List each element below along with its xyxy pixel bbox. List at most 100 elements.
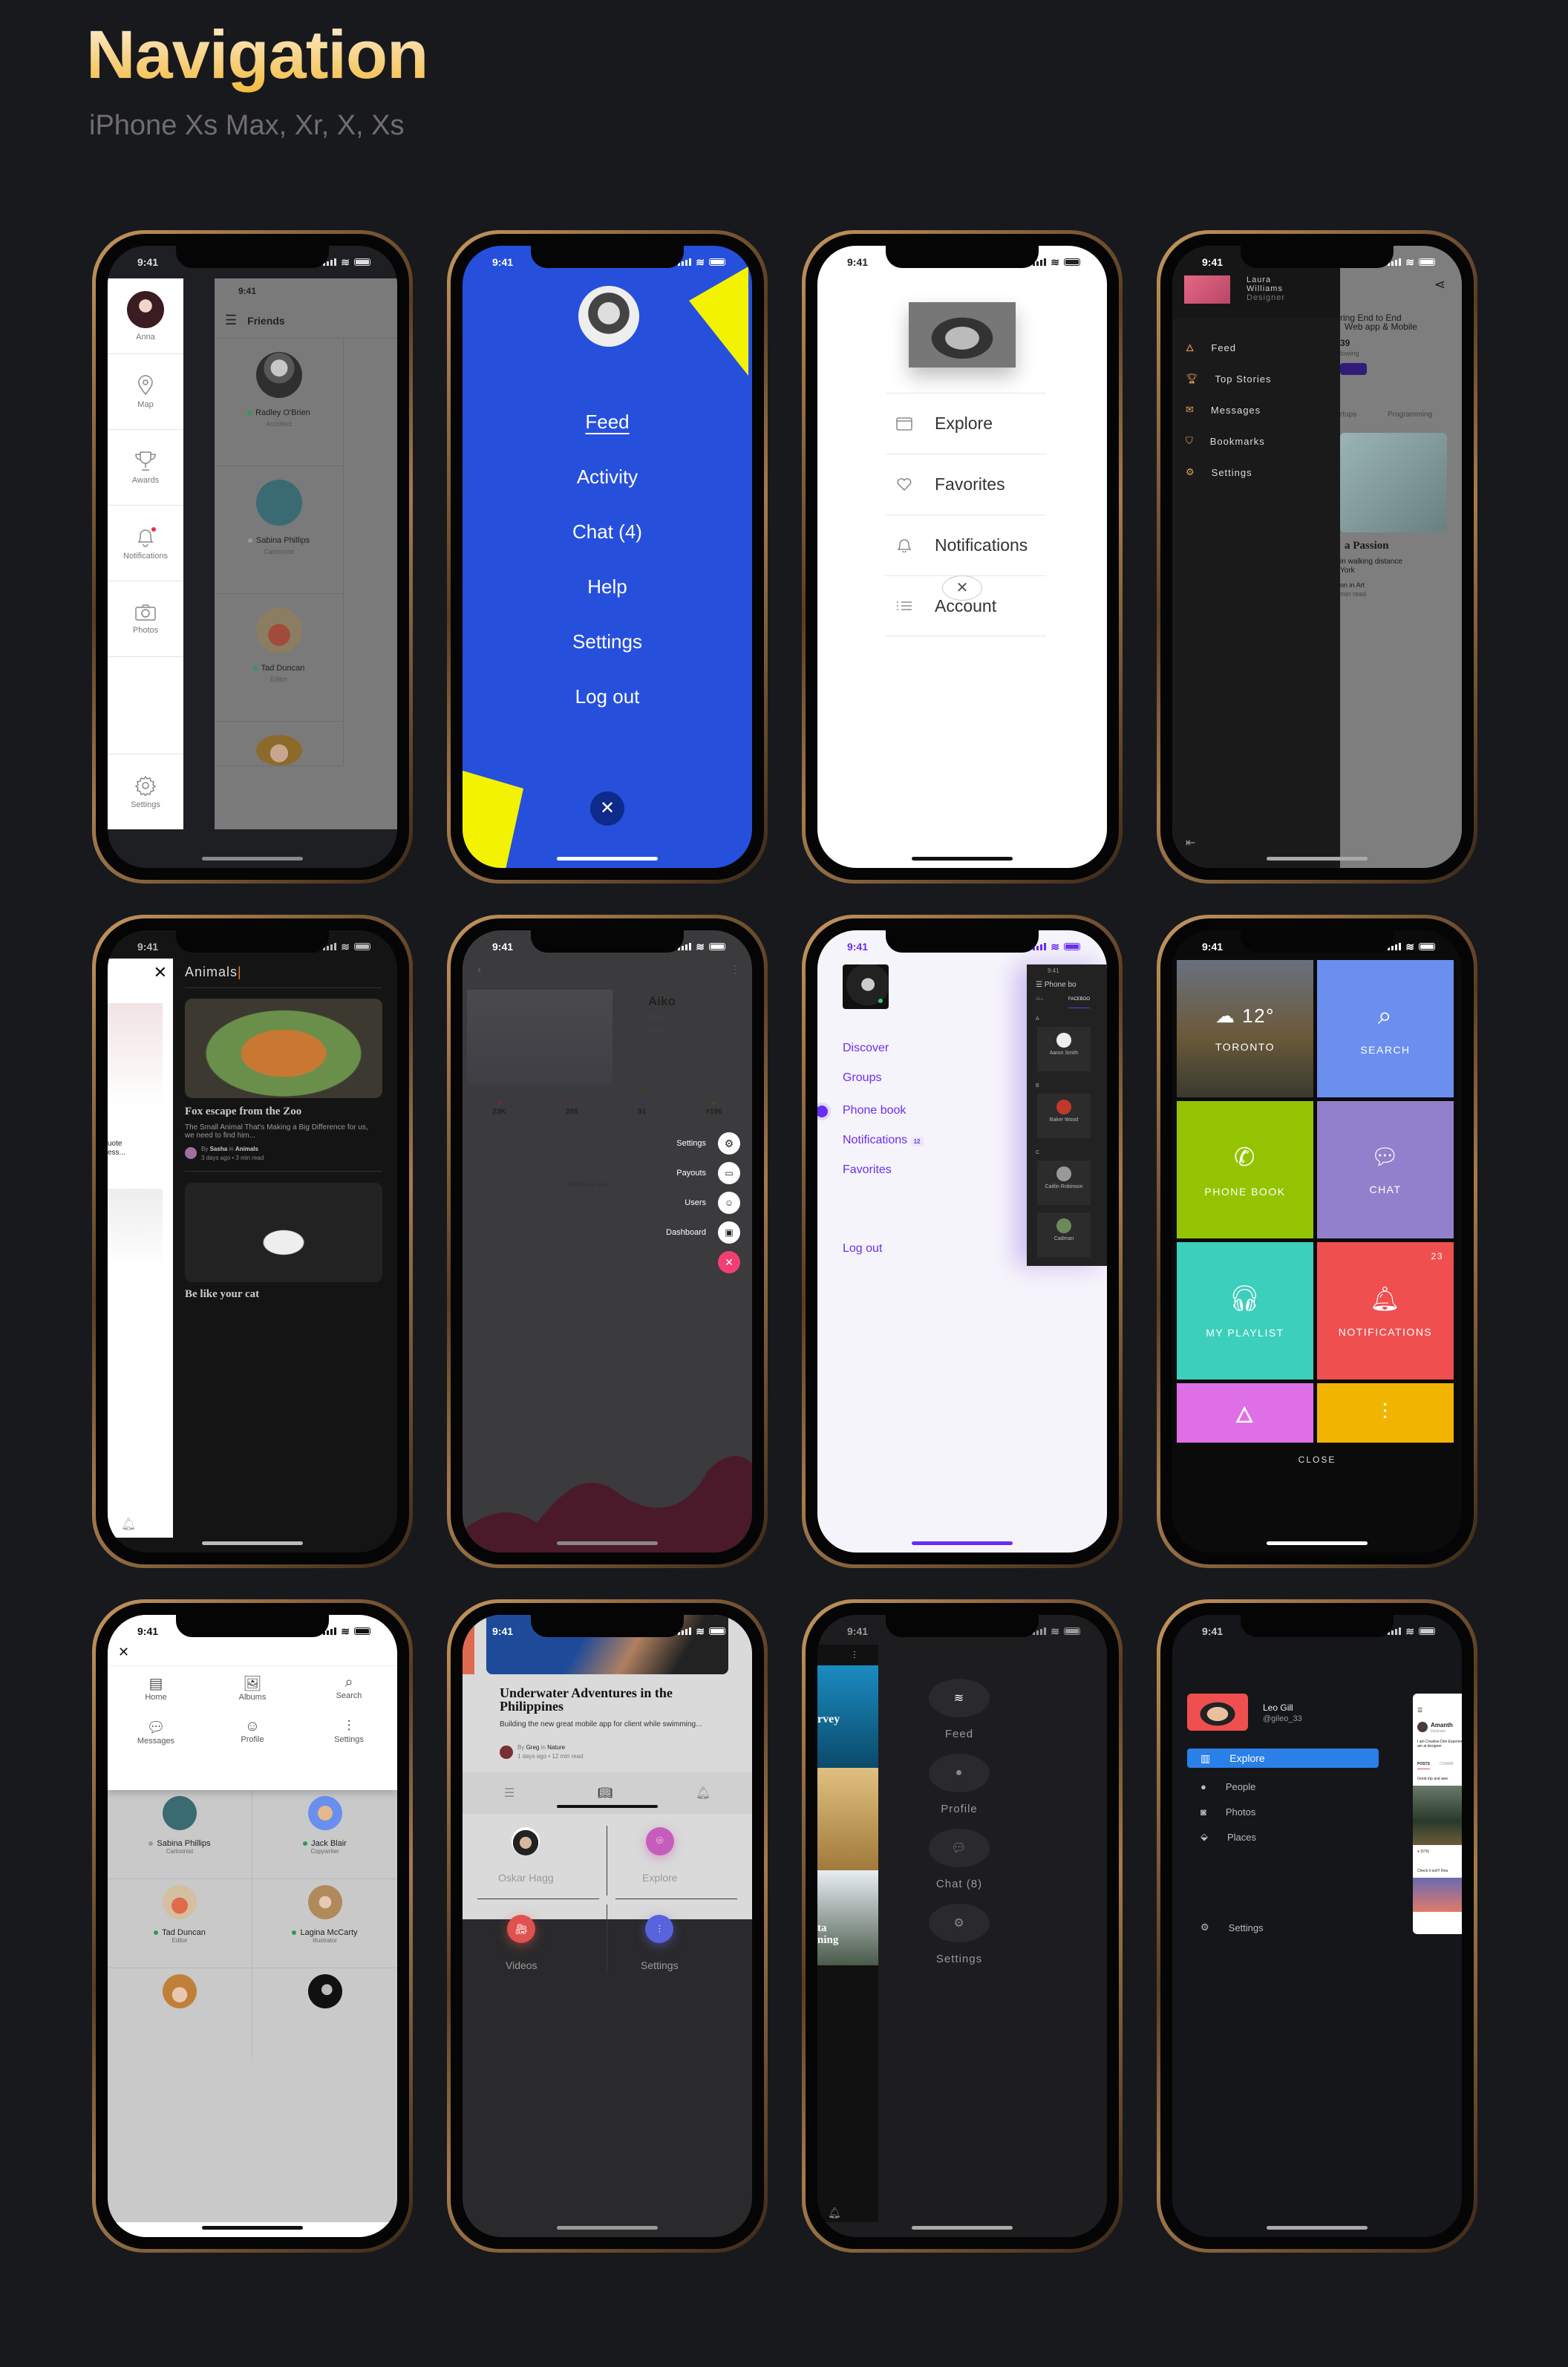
sidebar-item-settings[interactable]: Settings — [108, 754, 183, 829]
phone-book-panel[interactable]: 9:41 ☰ Phone bo ALL FACEBOO A Aaron Smit… — [1027, 964, 1107, 1266]
fox-image[interactable] — [185, 999, 382, 1098]
contact-card[interactable]: Cadman — [1037, 1212, 1091, 1257]
article-title[interactable]: Be like your cat — [185, 1288, 259, 1301]
menu-item-settings[interactable]: Settings — [572, 614, 642, 669]
drawer-item-settings[interactable]: ⚙ Settings — [1186, 457, 1340, 488]
menu-item-profile[interactable]: ● Profile — [929, 1754, 990, 1815]
fab-close-button[interactable]: ✕ — [718, 1251, 740, 1273]
back-icon[interactable]: ‹ — [477, 963, 481, 976]
menu-item-feed[interactable]: ≋ Feed — [929, 1679, 990, 1740]
share-icon[interactable]: ⋖ — [1434, 277, 1446, 293]
friend-card[interactable]: Lagina McCarty Illustrator — [252, 1879, 397, 1968]
background-content-dimmed[interactable]: ⋖ ring End to End Web app & Mobile 39 lo… — [1340, 246, 1462, 868]
feed-image[interactable]: rvey — [817, 1665, 878, 1768]
drawer-item-people[interactable]: ● People — [1187, 1774, 1379, 1799]
friend-card[interactable]: Tad Duncan Editor — [215, 594, 344, 722]
drawer-item-places[interactable]: ⬙ Places — [1187, 1824, 1379, 1849]
friend-card[interactable]: Sabina Phillips Cartoonist — [215, 466, 344, 594]
sidebar-item-notifications[interactable]: Notifications — [108, 506, 183, 581]
friend-card[interactable]: Tad Duncan Editor — [108, 1879, 252, 1968]
grid-item-home[interactable]: ▤ Home — [108, 1674, 204, 1702]
contact-card[interactable]: Aaron Smith — [1037, 1027, 1091, 1071]
contact-card[interactable]: Caitlin Robinson — [1037, 1160, 1091, 1205]
sheet-item-videos[interactable]: 🎥︎ Videos — [506, 1915, 538, 1971]
sidebar-item-awards[interactable]: Awards — [108, 430, 183, 506]
friend-card[interactable]: Jack Blair Copywriter — [252, 1790, 397, 1879]
menu-item-favorites[interactable]: Favorites — [886, 454, 1046, 515]
logout-icon[interactable]: ⇤ — [1186, 835, 1195, 850]
menu-item-chat[interactable]: Chat (4) — [572, 504, 642, 559]
bell-icon[interactable]: 🔔︎ — [828, 2207, 841, 2219]
drawer-item-feed[interactable]: 🜂 Feed — [1186, 332, 1340, 363]
tile-settings[interactable]: ⫶ — [1317, 1383, 1454, 1443]
bell-icon[interactable]: 🔔︎ — [696, 1786, 710, 1800]
tile-phone-book[interactable]: ✆ PHONE BOOK — [1177, 1101, 1313, 1238]
close-button[interactable]: ✕ — [942, 575, 982, 601]
tile-notifications[interactable]: 23 🔔︎ NOTIFICATIONS — [1317, 1242, 1454, 1380]
drawer-item-top-stories[interactable]: 🏆︎ Top Stories — [1186, 363, 1340, 394]
tile-chat[interactable]: 💬︎ CHAT — [1317, 1101, 1454, 1238]
logout-link[interactable]: Log out — [843, 1242, 882, 1256]
menu-item-settings[interactable]: ⚙ Settings — [929, 1904, 990, 1965]
category-link[interactable]: Animals — [235, 1146, 258, 1152]
tab-facebook[interactable]: FACEBOO — [1068, 997, 1091, 1008]
avatar[interactable] — [1187, 1694, 1248, 1731]
friend-card[interactable]: Radley O'Brien Architect — [215, 339, 344, 466]
article-image[interactable] — [1340, 433, 1447, 532]
grid-item-settings[interactable]: ⫶ Settings — [301, 1718, 397, 1746]
app-preview[interactable]: ☰ Amanth Illustrator I am Creative Dire … — [1413, 1694, 1462, 1934]
avatar[interactable] — [1184, 275, 1230, 304]
follow-button[interactable] — [1340, 363, 1367, 375]
avatar[interactable] — [843, 964, 889, 1009]
fab-item-users[interactable]: Users ☺ — [685, 1192, 740, 1214]
drawer-item-photos[interactable]: ◙ Photos — [1187, 1799, 1379, 1824]
sheet-item-explore[interactable]: ⌾ Explore — [642, 1827, 677, 1884]
menu-item-explore[interactable]: Explore — [886, 393, 1046, 454]
drawer-item-settings[interactable]: ⚙ Settings — [1187, 1915, 1264, 1940]
side-image[interactable] — [108, 1003, 163, 1107]
menu-item-phone-book[interactable]: Phone book — [817, 1104, 924, 1134]
friends-screen-dimmed[interactable]: 9:41 ☰ Friends Radley O'Brien Architect Sa… — [215, 278, 397, 829]
menu-item-activity[interactable]: Activity — [577, 449, 638, 504]
tab-all[interactable]: ALL — [1036, 997, 1044, 1002]
drawer-item-messages[interactable]: ✉ Messages — [1186, 394, 1340, 425]
close-icon[interactable]: ✕ — [154, 963, 167, 982]
hamburger-icon[interactable]: ☰ — [225, 313, 237, 328]
tile-search[interactable]: ⌕ SEARCH — [1317, 960, 1454, 1097]
friend-card[interactable] — [252, 1968, 397, 2057]
sidebar-item-photos[interactable]: Photos — [108, 581, 183, 657]
author-link[interactable]: Greg — [526, 1744, 540, 1751]
side-image[interactable] — [108, 1189, 163, 1270]
menu-item-chat[interactable]: 💬︎ Chat (8) — [929, 1829, 990, 1890]
contact-card[interactable]: Baker Wood — [1037, 1094, 1091, 1138]
friend-card[interactable]: Sabina Phillips Cartoonist — [108, 1790, 252, 1879]
more-icon[interactable]: ⋮ — [730, 963, 740, 976]
grid-item-search[interactable]: ⌕ Search — [301, 1674, 397, 1702]
sliders-icon[interactable]: ⫶ — [853, 1649, 856, 1662]
menu-item-groups[interactable]: Groups — [843, 1071, 924, 1104]
close-button[interactable]: ✕ — [590, 791, 624, 826]
fab-item-payouts[interactable]: Payouts ▭ — [676, 1162, 740, 1184]
tile-trending[interactable]: 🜂 — [1177, 1383, 1313, 1443]
sidebar-item-map[interactable]: Map — [108, 354, 183, 430]
author-link[interactable]: Sasha — [210, 1146, 228, 1152]
friend-card[interactable] — [108, 1968, 252, 2057]
sheet-item-profile[interactable]: Oskar Hagg — [498, 1827, 554, 1884]
drawer-item-bookmarks[interactable]: ⛉ Bookmarks — [1186, 425, 1340, 457]
menu-item-notifications[interactable]: Notifications 12 — [843, 1134, 924, 1163]
sheet-item-settings[interactable]: ⫶ Settings — [641, 1915, 679, 1971]
fab-item-settings[interactable]: Settings ⚙ — [676, 1132, 740, 1155]
menu-item-feed[interactable]: Feed — [585, 394, 629, 449]
sidebar-item-profile[interactable]: Anna — [108, 278, 183, 354]
feed-image[interactable]: ta ning — [817, 1870, 878, 1965]
grid-item-messages[interactable]: 💬︎ Messages — [108, 1718, 204, 1746]
menu-item-discover[interactable]: Discover — [843, 1042, 924, 1071]
hamburger-icon[interactable]: ☰ — [504, 1786, 514, 1800]
category-link[interactable]: Nature — [547, 1744, 565, 1751]
tile-weather[interactable]: ☁ 12° TORONTO — [1177, 960, 1313, 1097]
book-icon[interactable]: 📖︎ — [598, 1786, 612, 1800]
article-title[interactable]: Underwater Adventures in the Philippines — [500, 1686, 722, 1713]
grid-item-albums[interactable]: 🖼︎ Albums — [204, 1674, 301, 1702]
avatar[interactable] — [578, 286, 639, 347]
tile-my-playlist[interactable]: 🎧︎ MY PLAYLIST — [1177, 1242, 1313, 1380]
